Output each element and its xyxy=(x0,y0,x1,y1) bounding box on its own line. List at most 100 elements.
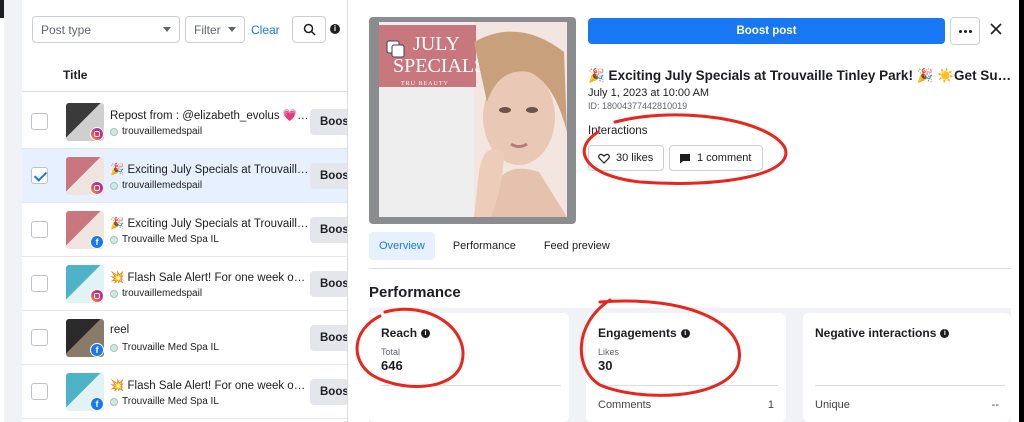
interactions-label: Interactions xyxy=(588,125,648,137)
divider xyxy=(815,385,1005,386)
negative-title-text: Negative interactions xyxy=(815,326,937,340)
engagements-card: Engagements i Likes 30 Comments 1 xyxy=(586,313,786,422)
chevron-down-icon xyxy=(163,27,171,32)
table-row[interactable]: Repost from : @elizabeth_evolus 💗 "... tr… xyxy=(22,95,347,149)
table-row[interactable]: 💥 Flash Sale Alert! For one week onl... t… xyxy=(22,257,347,311)
row-account: Trouvaille Med Spa IL xyxy=(110,396,219,407)
carousel-icon xyxy=(386,40,405,58)
table-row[interactable]: 🎉 Exciting July Specials at Trouvaille .… xyxy=(22,149,347,203)
boost-button[interactable]: Boos xyxy=(310,379,347,405)
boost-button[interactable]: Boos xyxy=(310,325,347,351)
boost-button[interactable]: Boos xyxy=(310,217,347,243)
row-checkbox[interactable] xyxy=(31,113,48,130)
filter-toolbar: Post type Filter Clear xyxy=(32,16,280,43)
engagements-value: 30 xyxy=(598,358,613,373)
info-icon[interactable]: i xyxy=(680,328,690,338)
heart-icon xyxy=(598,153,610,164)
row-title[interactable]: reel xyxy=(110,324,310,336)
row-title[interactable]: 💥 Flash Sale Alert! For one week onl... xyxy=(110,378,310,392)
info-icon[interactable]: i xyxy=(330,24,340,34)
chevron-down-icon xyxy=(228,27,236,32)
preview-illustration: JULY SPECIALS TRU BEAUTY xyxy=(379,22,567,217)
account-avatar xyxy=(110,343,118,352)
row-checkbox[interactable] xyxy=(31,275,48,292)
post-preview-image[interactable]: JULY SPECIALS TRU BEAUTY xyxy=(369,17,576,224)
facebook-icon: f xyxy=(90,343,104,357)
engagements-title-text: Engagements xyxy=(598,326,677,340)
boost-button[interactable]: Boos xyxy=(310,109,347,135)
row-title[interactable]: 💥 Flash Sale Alert! For one week onl... xyxy=(110,270,310,284)
comments-count: 1 comment xyxy=(697,152,752,164)
search-button[interactable] xyxy=(292,16,326,43)
reach-sub-label: Total xyxy=(381,347,401,357)
row-title[interactable]: Repost from : @elizabeth_evolus 💗 "... xyxy=(110,108,310,122)
account-avatar xyxy=(110,397,118,406)
unique-row-label: Unique xyxy=(815,399,850,411)
more-dots-icon xyxy=(958,29,962,33)
instagram-icon xyxy=(90,127,104,141)
likes-count: 30 likes xyxy=(616,152,654,164)
comments-button[interactable]: 1 comment xyxy=(669,145,763,171)
divider xyxy=(598,385,778,386)
row-checkbox[interactable] xyxy=(31,221,48,238)
table-header: Title xyxy=(22,58,347,92)
instagram-icon xyxy=(90,289,104,303)
preview-artwork: JULY SPECIALS TRU BEAUTY xyxy=(379,22,567,217)
divider xyxy=(369,268,1011,269)
tab-overview[interactable]: Overview xyxy=(369,232,435,260)
engagements-title: Engagements i xyxy=(598,326,690,340)
filter-select[interactable]: Filter xyxy=(185,16,245,43)
window-edge xyxy=(1019,0,1024,422)
post-date: July 1, 2023 at 10:00 AM xyxy=(588,87,710,99)
info-icon[interactable]: i xyxy=(421,328,431,338)
comment-icon xyxy=(680,153,690,163)
row-account: Trouvaille Med Spa IL xyxy=(110,234,219,245)
clear-filters-link[interactable]: Clear xyxy=(251,23,280,37)
info-icon[interactable]: i xyxy=(940,328,950,338)
likes-button[interactable]: 30 likes xyxy=(588,145,664,171)
table-row[interactable]: f reel Trouvaille Med Spa IL Boos xyxy=(22,311,347,365)
tab-feed-preview[interactable]: Feed preview xyxy=(534,232,620,260)
account-avatar xyxy=(110,289,118,298)
post-type-placeholder: Post type xyxy=(41,22,92,37)
account-name: trouvaillemedspail xyxy=(122,288,203,299)
row-title[interactable]: 🎉 Exciting July Specials at Trouvaille .… xyxy=(110,162,310,176)
post-id: ID: 18004377442810019 xyxy=(588,101,688,111)
instagram-icon xyxy=(90,181,104,195)
tab-performance[interactable]: Performance xyxy=(443,232,526,260)
account-name: trouvaillemedspail xyxy=(122,180,203,191)
posts-table: Repost from : @elizabeth_evolus 💗 "... tr… xyxy=(22,95,347,419)
table-row[interactable]: f 🎉 Exciting July Specials at Trouvaille … xyxy=(22,203,347,257)
table-row[interactable]: f 💥 Flash Sale Alert! For one week onl...… xyxy=(22,365,347,419)
post-detail-panel: JULY SPECIALS TRU BEAUTY Boost post 🎉 Ex… xyxy=(349,0,1019,422)
row-account: trouvaillemedspail xyxy=(110,126,202,137)
account-name: Trouvaille Med Spa IL xyxy=(122,234,219,245)
account-name: Trouvaille Med Spa IL xyxy=(122,396,219,407)
close-icon[interactable] xyxy=(989,22,1003,36)
negative-interactions-title: Negative interactions i xyxy=(815,326,950,340)
more-options-button[interactable] xyxy=(950,17,980,45)
post-title: 🎉 Exciting July Specials at Trouvaille T… xyxy=(588,68,1013,83)
facebook-icon: f xyxy=(90,397,104,411)
row-checkbox[interactable] xyxy=(31,329,48,346)
reach-card: Reach i Total 646 xyxy=(369,313,569,422)
page-gutter xyxy=(4,0,22,422)
reach-title: Reach i xyxy=(381,326,431,340)
search-icon xyxy=(303,23,316,36)
filter-label: Filter xyxy=(194,22,221,37)
boost-button[interactable]: Boos xyxy=(310,163,347,189)
row-account: Trouvaille Med Spa IL xyxy=(110,342,219,353)
row-account: trouvaillemedspail xyxy=(110,288,202,299)
comments-row-label: Comments xyxy=(598,399,652,411)
row-title[interactable]: 🎉 Exciting July Specials at Trouvaille .… xyxy=(110,216,310,230)
negative-interactions-card: Negative interactions i Unique -- xyxy=(803,313,1011,422)
row-checkbox[interactable] xyxy=(31,383,48,400)
boost-button[interactable]: Boos xyxy=(310,271,347,297)
boost-post-button[interactable]: Boost post xyxy=(588,18,945,44)
preview-headline: JULY xyxy=(413,33,460,55)
svg-text:TRU BEAUTY: TRU BEAUTY xyxy=(401,81,449,87)
row-checkbox[interactable] xyxy=(31,167,48,184)
post-type-select[interactable]: Post type xyxy=(32,16,180,43)
account-avatar xyxy=(110,235,118,244)
column-title-header: Title xyxy=(63,68,88,82)
